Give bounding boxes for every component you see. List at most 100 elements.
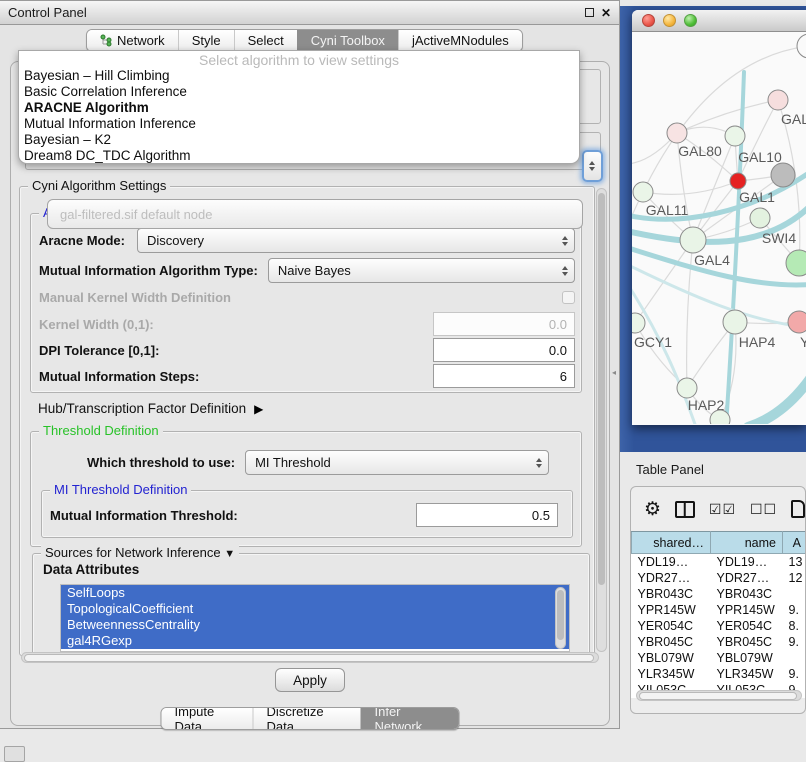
table-cell[interactable]: 12 <box>783 570 806 586</box>
minimize-traffic-light-icon[interactable] <box>663 14 676 27</box>
table-cell[interactable]: YBR045C <box>711 634 783 650</box>
table-row[interactable]: YLR345WYLR345W9. <box>632 666 806 682</box>
column-header[interactable]: A <box>783 532 806 554</box>
network-node-HAP4[interactable] <box>723 310 747 334</box>
table-cell[interactable]: YBL079W <box>632 650 711 666</box>
algorithm-combo-spinner[interactable] <box>582 150 603 182</box>
network-edge-highlighted[interactable] <box>726 72 744 424</box>
network-combo[interactable]: gal-filtered.sif default node <box>47 199 583 229</box>
table-cell[interactable]: 13 <box>783 554 806 570</box>
gear-icon[interactable]: ⚙ <box>644 500 661 519</box>
table-cell[interactable]: YER054C <box>711 618 783 634</box>
network-edge[interactable] <box>687 240 693 388</box>
settings-hscrollbar[interactable] <box>21 652 599 663</box>
bottom-left-button[interactable] <box>4 746 25 762</box>
attribute-list-item[interactable]: BetweennessCentrality <box>61 617 569 633</box>
table-cell[interactable]: YBR043C <box>711 586 783 602</box>
settings-scrollbar[interactable] <box>596 188 607 652</box>
network-node-partial-top[interactable] <box>797 34 806 58</box>
table-cell[interactable] <box>783 650 806 666</box>
float-window-icon[interactable] <box>585 8 594 17</box>
table-row[interactable]: YER054CYER054C8. <box>632 618 806 634</box>
mi-threshold-field[interactable]: 0.5 <box>416 503 558 527</box>
table-cell[interactable]: 8. <box>783 618 806 634</box>
apply-button[interactable]: Apply <box>275 668 345 692</box>
network-node-Y-partial[interactable] <box>788 311 806 333</box>
attribute-list-item[interactable]: gal4RGexp <box>61 633 569 649</box>
network-canvas[interactable]: GALGAL80GAL10GAL1GAL11SWI4GAL4GCY1HAP4YH… <box>632 32 806 424</box>
network-node-GAL80[interactable] <box>667 123 687 143</box>
table-cell[interactable]: YDL19… <box>711 554 783 570</box>
table-cell[interactable]: YER054C <box>632 618 711 634</box>
zoom-traffic-light-icon[interactable] <box>684 14 697 27</box>
table-cell[interactable]: YLR345W <box>711 666 783 682</box>
network-edge-highlighted[interactable] <box>748 370 806 424</box>
network-node-HAP2[interactable] <box>677 378 697 398</box>
tab-style[interactable]: Style <box>178 30 234 51</box>
network-edge[interactable] <box>643 181 738 194</box>
tab-network[interactable]: Network <box>87 30 178 51</box>
table-cell[interactable]: YPR145W <box>632 602 711 618</box>
algorithm-option[interactable]: Mutual Information Inference <box>19 116 579 132</box>
table-cell[interactable]: YDL19… <box>632 554 711 570</box>
bottom-tab-discretize-data[interactable]: Discretize Data <box>253 708 361 729</box>
network-node-SWI4[interactable] <box>750 208 770 228</box>
network-node-GAL10[interactable] <box>725 126 745 146</box>
table-cell[interactable]: 9. <box>783 634 806 650</box>
algorithm-option[interactable]: Bayesian – K2 <box>19 132 579 148</box>
columns-icon[interactable] <box>675 501 695 518</box>
table-cell[interactable]: YPR145W <box>711 602 783 618</box>
tab-jactivemnodules[interactable]: jActiveMNodules <box>398 30 522 51</box>
network-edge-highlighted[interactable] <box>632 262 806 328</box>
table-hscrollbar-thumb[interactable] <box>639 692 797 700</box>
table-row[interactable]: YBR043CYBR043C <box>632 586 806 602</box>
dpi-tolerance-field[interactable]: 0.0 <box>433 338 575 362</box>
attribute-list-item[interactable]: TopologicalCoefficient <box>61 601 569 617</box>
mi-type-combo[interactable]: Naive Bayes <box>268 258 575 283</box>
algorithm-option[interactable]: ARACNE Algorithm <box>19 100 579 116</box>
collapse-arrow-icon[interactable]: ▼ <box>224 548 235 560</box>
table-cell[interactable]: YDR27… <box>711 570 783 586</box>
kernel-width-field[interactable]: 0.0 <box>433 312 575 336</box>
table-row[interactable]: YDR27…YDR27…12 <box>632 570 806 586</box>
attributes-scrollbar[interactable] <box>555 587 566 649</box>
attributes-scrollbar-thumb[interactable] <box>557 590 564 640</box>
algorithm-option[interactable]: Dream8 DC_TDC Algorithm <box>19 148 579 164</box>
manual-kernel-checkbox[interactable] <box>562 291 575 304</box>
table-cell[interactable]: YBR043C <box>632 586 711 602</box>
network-node-GAL1-node[interactable] <box>730 173 746 189</box>
close-traffic-light-icon[interactable] <box>642 14 655 27</box>
data-attributes-list[interactable]: SelfLoopsTopologicalCoefficientBetweenne… <box>60 584 570 652</box>
table-cell[interactable]: YDR27… <box>632 570 711 586</box>
bottom-tab-infer-network[interactable]: Infer Network <box>361 708 459 729</box>
table-row[interactable]: YBL079WYBL079W <box>632 650 806 666</box>
aracne-mode-combo[interactable]: Discovery <box>137 228 575 253</box>
checked-boxes-icon[interactable]: ☑☑ <box>709 501 736 518</box>
mi-steps-field[interactable]: 6 <box>433 364 575 388</box>
table-cell[interactable]: YBR045C <box>632 634 711 650</box>
table-cell[interactable]: 9. <box>783 666 806 682</box>
panel-collapse-arrow-icon[interactable]: ◂ <box>612 368 616 377</box>
close-icon[interactable]: ✕ <box>601 8 611 18</box>
column-header[interactable]: shared… <box>632 532 711 554</box>
table-cell[interactable]: YLR345W <box>632 666 711 682</box>
settings-scrollbar-thumb[interactable] <box>598 193 605 585</box>
tab-cyni-toolbox[interactable]: Cyni Toolbox <box>297 30 398 51</box>
settings-hscrollbar-thumb[interactable] <box>24 654 594 662</box>
table-row[interactable]: YDL19…YDL19…13 <box>632 554 806 570</box>
algorithm-option[interactable]: Bayesian – Hill Climbing <box>19 68 579 84</box>
algorithm-option[interactable]: Basic Correlation Inference <box>19 84 579 100</box>
table-row[interactable]: YBR045CYBR045C9. <box>632 634 806 650</box>
document-icon[interactable] <box>791 500 805 518</box>
table-cell[interactable] <box>783 586 806 602</box>
tab-select[interactable]: Select <box>234 30 297 51</box>
network-node-gray-node[interactable] <box>771 163 795 187</box>
table-cell[interactable]: 9. <box>783 602 806 618</box>
network-node-GAL11[interactable] <box>633 182 653 202</box>
which-threshold-combo[interactable]: MI Threshold <box>245 450 549 475</box>
network-node-GAL4[interactable] <box>680 227 706 253</box>
expand-arrow-icon[interactable]: ▶ <box>254 402 263 416</box>
table-row[interactable]: YPR145WYPR145W9. <box>632 602 806 618</box>
network-edge[interactable] <box>635 323 687 388</box>
bottom-tab-impute-data[interactable]: Impute Data <box>162 708 253 729</box>
